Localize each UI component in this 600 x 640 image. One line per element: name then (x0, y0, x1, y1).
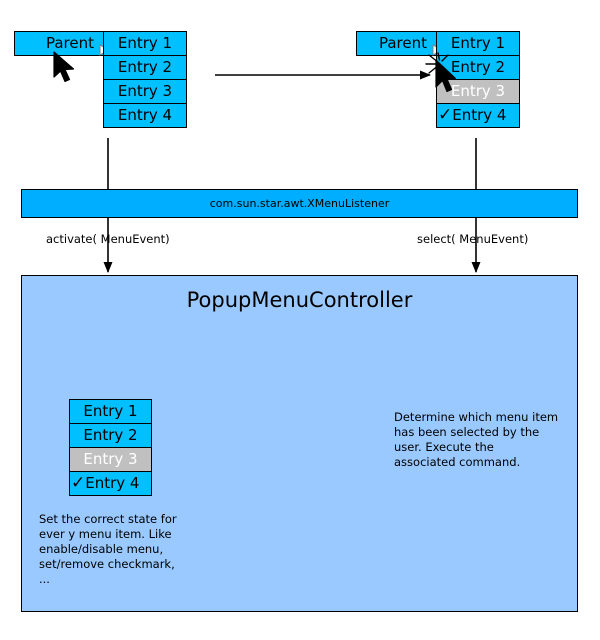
menu-after-item-3-label: Entry 4 (452, 106, 507, 124)
menu-before-item-3[interactable]: Entry 4 (103, 103, 187, 128)
menu-after-item-0-label: Entry 1 (450, 34, 506, 52)
menu-after-item-3[interactable]: ✓ Entry 4 (436, 103, 520, 128)
xmenulistener-band: com.sun.star.awt.XMenuListener (21, 189, 578, 218)
menu-before-item-1-label: Entry 2 (117, 58, 173, 76)
select-edge-label: select( MenuEvent) (417, 232, 528, 246)
checkmark-icon: ✓ (438, 105, 453, 125)
menu-preview-item-1-label: Entry 2 (83, 426, 138, 444)
menu-before-item-0[interactable]: Entry 1 (103, 31, 187, 56)
menu-before-item-1[interactable]: Entry 2 (103, 55, 187, 80)
menu-preview-item-3[interactable]: ✓ Entry 4 (69, 471, 152, 496)
menu-preview-item-1[interactable]: Entry 2 (69, 423, 152, 448)
menu-preview-item-0-label: Entry 1 (83, 402, 138, 420)
mouse-pointer-click-icon (434, 58, 464, 106)
menu-preview-item-2-label: Entry 3 (83, 450, 138, 468)
xmenulistener-label: com.sun.star.awt.XMenuListener (209, 197, 390, 210)
menu-before-parent-label: Parent (45, 34, 94, 52)
menu-before-item-2-label: Entry 3 (117, 82, 173, 100)
checkmark-icon: ✓ (71, 473, 86, 493)
select-edge-text: select( MenuEvent) (417, 232, 529, 246)
page-title: PopupMenuController (186, 288, 413, 312)
note-right: Determine which menu item has been selec… (394, 410, 559, 469)
menu-preview-item-0[interactable]: Entry 1 (69, 399, 152, 424)
menu-after-parent-label: Parent (378, 34, 427, 52)
menu-before-item-2[interactable]: Entry 3 (103, 79, 187, 104)
diagram-canvas: Parent Entry 1 Entry 2 Entry 3 Entry 4 P… (0, 0, 600, 640)
note-left: Set the correct state for ever y menu it… (39, 512, 177, 586)
mouse-pointer-icon (52, 50, 82, 96)
menu-before-item-0-label: Entry 1 (117, 34, 173, 52)
activate-edge-label: activate( MenuEvent) (46, 232, 170, 246)
menu-preview-item-3-label: Entry 4 (85, 474, 140, 492)
activate-edge-text: activate( MenuEvent) (46, 232, 170, 246)
menu-preview-item-2: Entry 3 (69, 447, 152, 472)
menu-before-item-3-label: Entry 4 (117, 106, 173, 124)
